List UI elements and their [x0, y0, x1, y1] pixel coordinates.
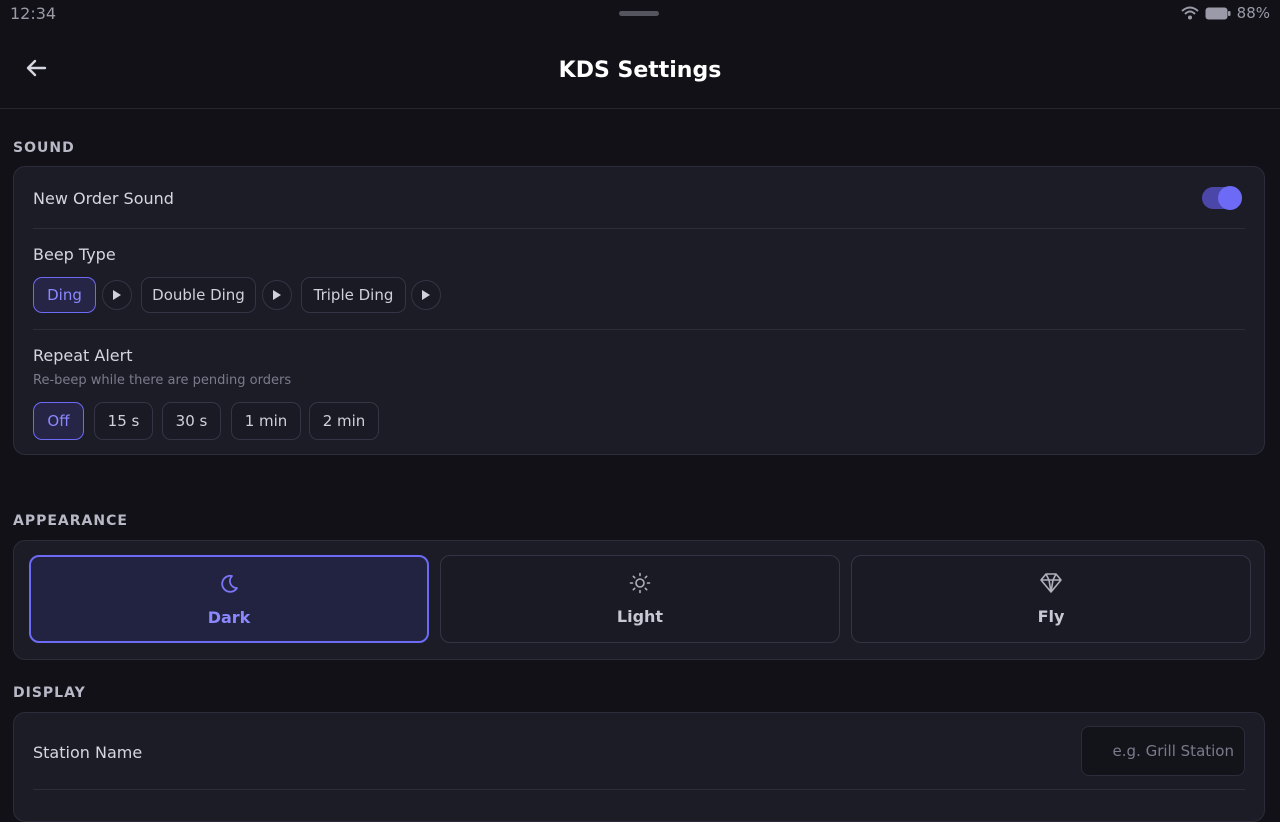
- beep-option-triple-ding[interactable]: Triple Ding: [301, 277, 406, 313]
- status-bar: 12:34 88%: [0, 0, 1280, 28]
- appearance-card: Dark Light Fly: [13, 540, 1265, 660]
- theme-option-fly[interactable]: Fly: [851, 555, 1251, 643]
- page-title: KDS Settings: [558, 58, 722, 83]
- sheet-grabber[interactable]: [619, 11, 659, 16]
- header: KDS Settings: [0, 28, 1280, 109]
- play-icon: [272, 286, 282, 305]
- repeat-alert-subtitle: Re-beep while there are pending orders: [33, 373, 292, 388]
- sound-section-label: SOUND: [13, 140, 75, 156]
- station-name-input[interactable]: [1081, 726, 1245, 776]
- theme-label-fly: Fly: [1037, 607, 1065, 626]
- moon-icon: [218, 573, 240, 599]
- divider: [33, 329, 1245, 330]
- theme-label-dark: Dark: [207, 608, 251, 627]
- repeat-alert-label: Repeat Alert: [33, 346, 133, 365]
- theme-option-light[interactable]: Light: [440, 555, 840, 643]
- wifi-icon: [1180, 6, 1199, 20]
- battery-icon: [1205, 7, 1231, 20]
- sun-icon: [629, 572, 651, 598]
- sound-card: New Order Sound Beep Type Ding Double Di…: [13, 166, 1265, 455]
- play-icon: [112, 286, 122, 305]
- new-order-sound-label: New Order Sound: [33, 189, 174, 208]
- status-time: 12:34: [10, 4, 57, 23]
- station-name-label: Station Name: [33, 743, 143, 762]
- beep-option-double-ding[interactable]: Double Ding: [141, 277, 256, 313]
- beep-type-label: Beep Type: [33, 245, 116, 264]
- play-double-ding-button[interactable]: [262, 280, 292, 310]
- repeat-option-1min[interactable]: 1 min: [231, 402, 301, 440]
- theme-option-dark[interactable]: Dark: [29, 555, 429, 643]
- play-icon: [421, 286, 431, 305]
- new-order-sound-toggle[interactable]: [1202, 186, 1242, 210]
- display-section-label: DISPLAY: [13, 685, 86, 701]
- divider: [33, 228, 1245, 229]
- appearance-section-label: APPEARANCE: [13, 513, 128, 529]
- toggle-knob: [1218, 186, 1242, 210]
- display-card: Station Name: [13, 712, 1265, 822]
- repeat-option-15s[interactable]: 15 s: [94, 402, 153, 440]
- repeat-option-2min[interactable]: 2 min: [309, 402, 379, 440]
- repeat-option-30s[interactable]: 30 s: [162, 402, 221, 440]
- play-triple-ding-button[interactable]: [411, 280, 441, 310]
- beep-option-ding[interactable]: Ding: [33, 277, 96, 313]
- status-indicators: 88%: [1180, 4, 1270, 22]
- theme-label-light: Light: [616, 607, 664, 626]
- repeat-option-off[interactable]: Off: [33, 402, 84, 440]
- diamond-icon: [1039, 572, 1063, 598]
- battery-level: 88%: [1236, 4, 1270, 22]
- play-ding-button[interactable]: [102, 280, 132, 310]
- divider: [33, 789, 1245, 790]
